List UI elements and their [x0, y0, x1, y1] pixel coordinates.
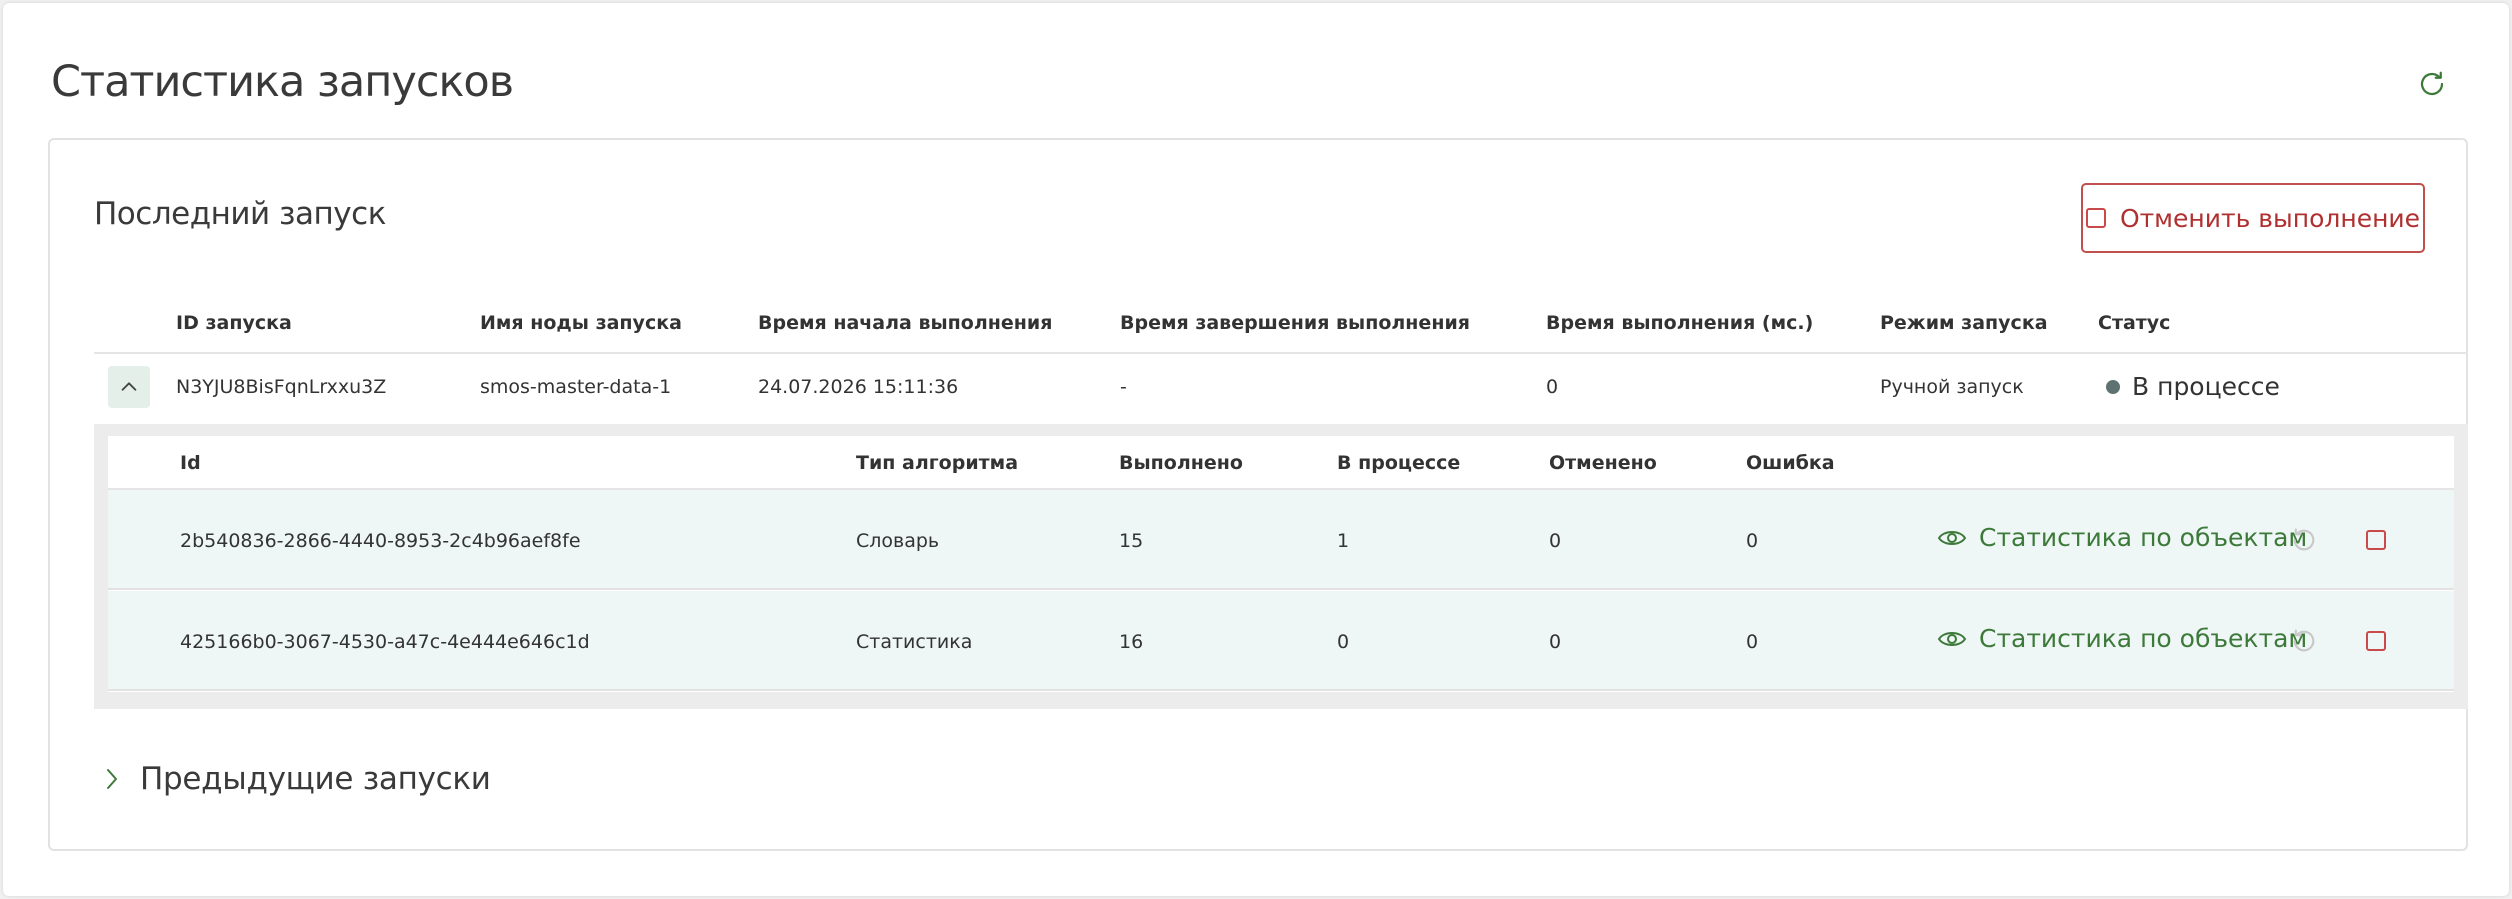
- cancelled-count: 0: [1549, 631, 1562, 653]
- chevron-up-icon: [121, 382, 137, 391]
- object-stats-label: Статистика по объектам: [1979, 624, 2308, 653]
- column-header-id: Id: [180, 452, 201, 474]
- in-progress-count: 1: [1337, 530, 1350, 552]
- column-header-run-id: ID запуска: [176, 312, 292, 334]
- algorithms-table: Id Тип алгоритма Выполнено В процессе От…: [108, 436, 2454, 692]
- algorithm-type: Словарь: [856, 530, 940, 552]
- stop-square-icon: [2085, 208, 2106, 228]
- algorithm-id: 425166b0-3067-4530-a47c-4e444e646c1d: [180, 631, 590, 653]
- eye-icon: [1937, 631, 1967, 646]
- cancel-execution-button[interactable]: Отменить выполнение: [2081, 183, 2425, 253]
- done-count: 15: [1119, 530, 1144, 552]
- status-badge: В процессе: [2106, 372, 2280, 401]
- column-header-node: Имя ноды запуска: [480, 312, 682, 334]
- cancel-execution-label: Отменить выполнение: [2119, 203, 2421, 233]
- run-id: N3YJU8BisFqnLrxxu3Z: [176, 376, 387, 398]
- page-title: Статистика запусков: [51, 57, 514, 107]
- table-row: 425166b0-3067-4530-a47c-4e444e646c1d Ста…: [108, 591, 2454, 691]
- done-count: 16: [1119, 631, 1144, 653]
- cancelled-count: 0: [1549, 530, 1562, 552]
- column-header-done: Выполнено: [1119, 452, 1243, 474]
- column-header-duration: Время выполнения (мс.): [1546, 312, 1814, 334]
- retry-icon[interactable]: [2290, 526, 2318, 554]
- refresh-icon: [2420, 71, 2444, 96]
- object-stats-label: Статистика по объектам: [1979, 523, 2308, 552]
- status-dot-icon: [2106, 379, 2120, 394]
- stop-square-icon[interactable]: [2366, 530, 2386, 550]
- column-header-algorithm-type: Тип алгоритма: [856, 452, 1019, 474]
- collapse-row-button[interactable]: [108, 366, 150, 408]
- table-row: 2b540836-2866-4440-8953-2c4b96aef8fe Сло…: [108, 490, 2454, 590]
- last-run-title: Последний запуск: [94, 196, 386, 232]
- run-mode: Ручной запуск: [1880, 376, 2024, 398]
- column-header-status: Статус: [2098, 312, 2171, 334]
- algorithm-type: Статистика: [856, 631, 973, 653]
- error-count: 0: [1746, 631, 1759, 653]
- in-progress-count: 0: [1337, 631, 1350, 653]
- previous-runs-title: Предыдущие запуски: [140, 761, 491, 797]
- column-header-start: Время начала выполнения: [758, 312, 1053, 334]
- run-node: smos-master-data-1: [480, 376, 672, 398]
- run-end-time: -: [1120, 376, 1127, 398]
- stop-square-icon[interactable]: [2366, 631, 2386, 651]
- column-header-cancelled: Отменено: [1549, 452, 1657, 474]
- run-details-panel: Id Тип алгоритма Выполнено В процессе От…: [94, 424, 2468, 709]
- page-container: Статистика запусков Последний запуск Отм…: [3, 3, 2509, 896]
- previous-runs-toggle[interactable]: Предыдущие запуски: [102, 761, 491, 797]
- refresh-button[interactable]: [2415, 67, 2449, 101]
- eye-icon: [1937, 530, 1967, 545]
- column-header-error: Ошибка: [1746, 452, 1835, 474]
- algorithms-table-header: Id Тип алгоритма Выполнено В процессе От…: [108, 436, 2454, 490]
- column-header-in-progress: В процессе: [1337, 452, 1461, 474]
- chevron-right-icon: [107, 769, 117, 789]
- column-header-mode: Режим запуска: [1880, 312, 2048, 334]
- object-stats-link[interactable]: Статистика по объектам: [1937, 624, 2307, 653]
- error-count: 0: [1746, 530, 1759, 552]
- column-header-end: Время завершения выполнения: [1120, 312, 1470, 334]
- run-start-time: 24.07.2026 15:11:36: [758, 376, 959, 398]
- last-run-card: Последний запуск Отменить выполнение ID …: [48, 138, 2468, 851]
- divider: [94, 352, 2468, 354]
- algorithm-id: 2b540836-2866-4440-8953-2c4b96aef8fe: [180, 530, 581, 552]
- run-duration: 0: [1546, 376, 1559, 398]
- retry-icon[interactable]: [2290, 627, 2318, 655]
- status-label: В процессе: [2132, 372, 2280, 401]
- object-stats-link[interactable]: Статистика по объектам: [1937, 523, 2307, 552]
